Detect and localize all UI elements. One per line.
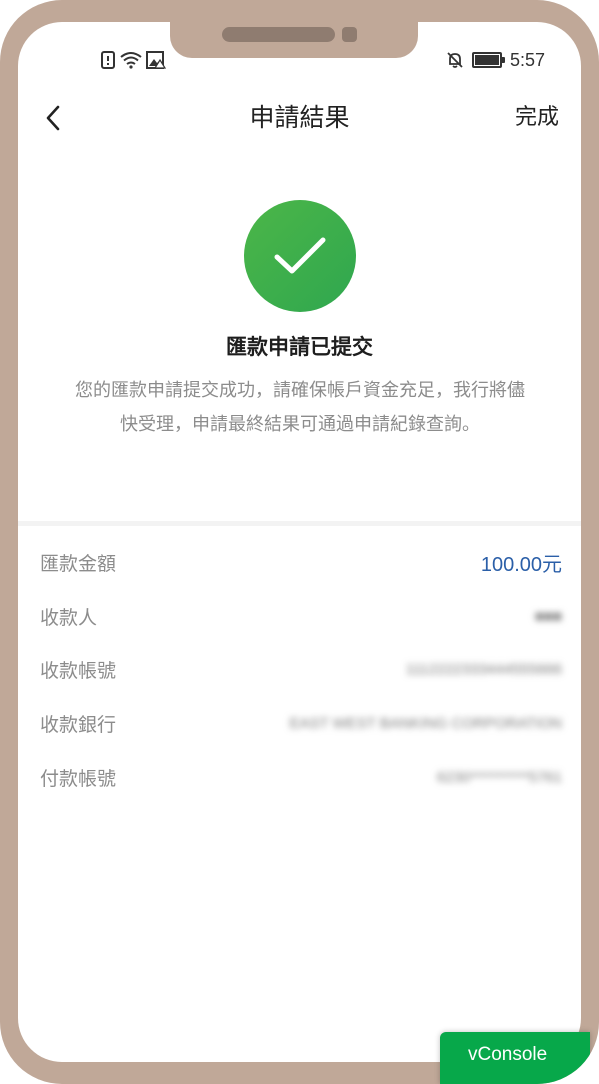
detail-label: 收款帳號 <box>40 659 117 682</box>
image-warning-icon <box>146 51 166 69</box>
detail-label: 收款銀行 <box>40 713 117 736</box>
detail-value-payee: ■■■ <box>534 607 562 625</box>
front-camera <box>342 27 357 42</box>
detail-label: 收款人 <box>40 606 98 629</box>
sim-alert-icon <box>101 51 115 69</box>
result-description: 您的匯款申請提交成功，請確保帳戶資金充足，我行將儘快受理，申請最終結果可通過申請… <box>75 380 525 435</box>
wifi-icon <box>120 52 142 69</box>
detail-label: 匯款金額 <box>40 552 117 575</box>
result-title: 匯款申請已提交 <box>226 335 373 359</box>
phone-frame: 5:57 申請結果 完成 匯款申請已提交 您的匯款申請提交成功，請確保帳戶資金充… <box>0 0 599 1084</box>
phone-screen <box>18 22 581 1062</box>
detail-row-amount: 匯款金額 100.00元 <box>40 547 562 577</box>
detail-value-amount: 100.00元 <box>480 553 562 576</box>
check-icon <box>274 237 326 274</box>
nav-header: 申請結果 完成 <box>0 96 599 140</box>
status-bar-left <box>100 50 166 70</box>
page-title: 申請結果 <box>249 103 350 132</box>
section-divider <box>18 521 581 526</box>
done-button[interactable]: 完成 <box>515 100 559 136</box>
detail-row-payee-account: 收款帳號 1112222333444555666 <box>40 654 562 684</box>
mute-bell-icon <box>447 52 463 68</box>
detail-row-payee-bank: 收款銀行 EAST WEST BANKING CORPORATION <box>40 708 562 738</box>
vconsole-button[interactable]: vConsole <box>440 1032 590 1084</box>
detail-value-payee-account: 1112222333444555666 <box>405 660 562 678</box>
detail-row-payee: 收款人 ■■■ <box>40 601 562 631</box>
detail-value-payer-account: 6230**********5761 <box>436 768 562 786</box>
success-badge <box>244 200 356 312</box>
battery-icon <box>471 52 505 68</box>
detail-row-payer-account: 付款帳號 6230**********5761 <box>40 762 562 792</box>
detail-label: 付款帳號 <box>40 767 117 790</box>
status-bar-right: 5:57 <box>446 50 545 70</box>
detail-value-payee-bank: EAST WEST BANKING CORPORATION <box>289 714 562 732</box>
speaker-slot <box>222 27 335 42</box>
status-time: 5:57 <box>509 49 545 70</box>
phone-notch <box>170 0 418 58</box>
